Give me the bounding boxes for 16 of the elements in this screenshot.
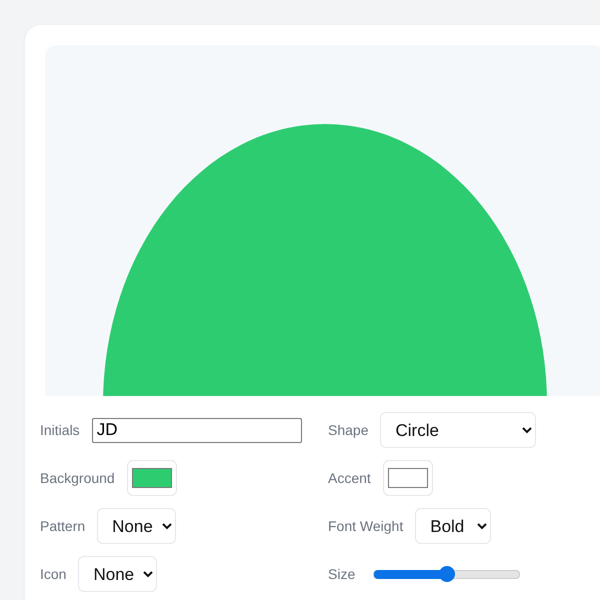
dropdown[interactable]: Circle bbox=[380, 412, 536, 448]
field-label: Shape bbox=[328, 422, 368, 438]
field-label: Icon bbox=[40, 566, 66, 582]
initials-input[interactable]: JD bbox=[92, 418, 302, 442]
color-picker[interactable] bbox=[382, 460, 433, 496]
dropdown[interactable]: Bold bbox=[415, 508, 492, 544]
field-label: Size bbox=[328, 566, 356, 582]
field-label: Pattern bbox=[40, 518, 86, 534]
field-label: Font Weight bbox=[328, 518, 404, 534]
field-label: Background bbox=[40, 470, 115, 486]
dropdown[interactable]: None bbox=[97, 508, 176, 544]
slider-thumb[interactable] bbox=[438, 566, 455, 582]
field-label: Initials bbox=[40, 422, 80, 438]
color-picker[interactable] bbox=[126, 460, 177, 496]
field-label: Accent bbox=[328, 470, 371, 486]
dropdown[interactable]: None bbox=[78, 556, 158, 592]
